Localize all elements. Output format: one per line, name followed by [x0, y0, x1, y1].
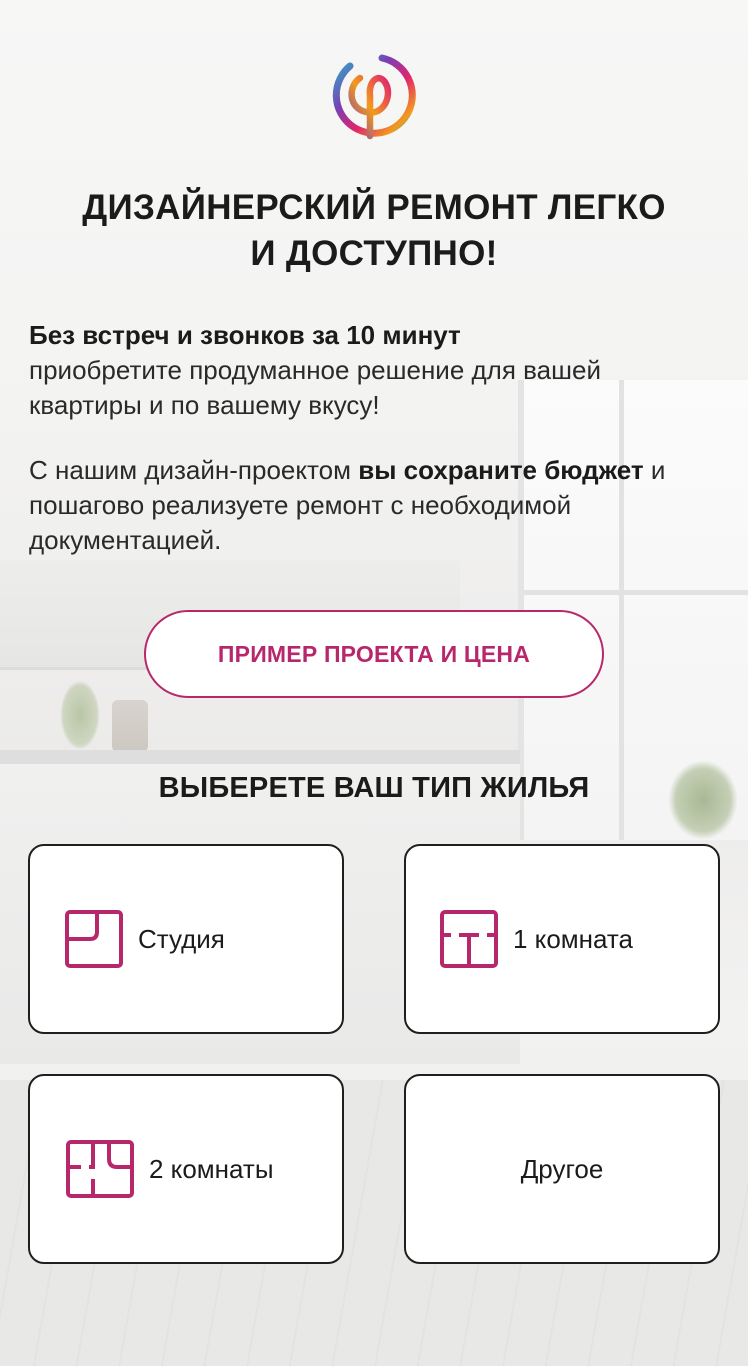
housing-option-label: 1 комната	[513, 923, 634, 954]
housing-option-one-room[interactable]: 1 комната	[404, 844, 720, 1034]
housing-option-label: Студия	[138, 923, 225, 954]
housing-option-studio[interactable]: Студия	[28, 844, 344, 1034]
intro-text-2a: С нашим дизайн-проектом	[29, 455, 359, 485]
intro-text-1: приобретите продуманное решение для ваше…	[29, 355, 601, 420]
housing-type-title: ВЫБЕРЕТЕ ВАШ ТИП ЖИЛЬЯ	[158, 772, 590, 804]
housing-option-two-rooms[interactable]: 2 комнаты	[28, 1074, 344, 1264]
project-example-price-label: ПРИМЕР ПРОЕКТА И ЦЕНА	[217, 640, 531, 667]
housing-option-other[interactable]: Другое	[404, 1074, 720, 1264]
housing-option-label: 2 комнаты	[149, 1153, 274, 1184]
studio-floorplan-icon	[65, 910, 123, 968]
intro-paragraph-1: Без встреч и звонков за 10 минут приобре…	[29, 318, 719, 423]
intro-paragraph-2: С нашим дизайн-проектом вы сохраните бюд…	[29, 453, 719, 558]
intro-bold-1: Без встреч и звонков за 10 минут	[29, 320, 461, 350]
project-example-price-button[interactable]: ПРИМЕР ПРОЕКТА И ЦЕНА	[144, 610, 604, 698]
headline-line-1: ДИЗАЙНЕРСКИЙ РЕМОНТ ЛЕГКО	[82, 188, 666, 227]
one-room-floorplan-icon	[440, 910, 498, 968]
intro-bold-2: вы сохраните бюджет	[358, 455, 644, 485]
page-headline: ДИЗАЙНЕРСКИЙ РЕМОНТ ЛЕГКО И ДОСТУПНО!	[30, 185, 718, 277]
housing-option-label: Другое	[520, 1153, 604, 1184]
headline-line-2: И ДОСТУПНО!	[250, 234, 498, 273]
brand-logo-icon	[332, 54, 416, 140]
two-rooms-floorplan-icon	[66, 1140, 134, 1198]
